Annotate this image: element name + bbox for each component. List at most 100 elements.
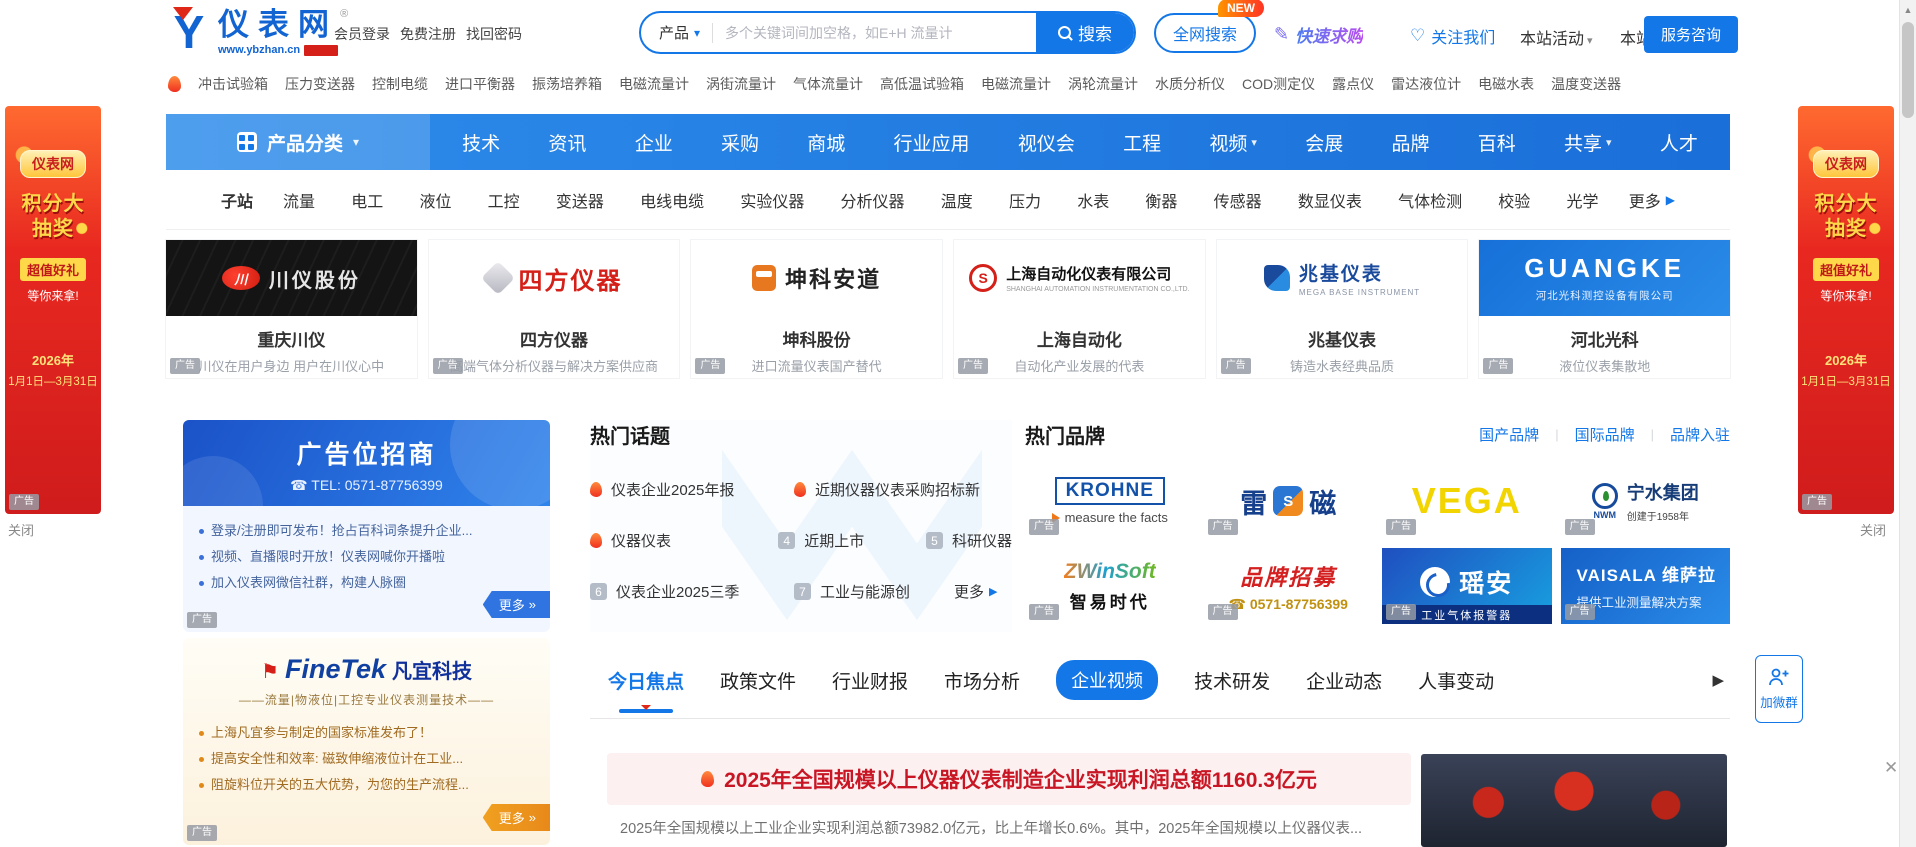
brand-tile-leici[interactable]: 雷 S 磁 广告	[1204, 463, 1374, 539]
brand-card-chuanyi[interactable]: 川 川仪股份 重庆川仪 川仪在用户身边 用户在川仪心中 广告	[166, 240, 417, 378]
ad-bullet-link[interactable]: 视频、直播限时开放！仪表网喊你开播啦	[199, 544, 536, 570]
hot-keyword-link[interactable]: 振荡培养箱	[532, 74, 602, 94]
topic-link[interactable]: 仪表企业2025年报	[590, 479, 786, 500]
ad-bullet-link[interactable]: 提高安全性和效率: 磁致伸缩液位计在工业...	[199, 746, 536, 772]
subnav-link[interactable]: 电线电缆	[640, 188, 704, 212]
subnav-link[interactable]: 流量	[283, 188, 315, 212]
subnav-link[interactable]: 压力	[1009, 188, 1041, 212]
ad-slot-finetek[interactable]: ⚑ FineTek 凡宜科技 ——流量|物液位|工控专业仪表测量技术—— 上海凡…	[183, 638, 550, 845]
auth-link[interactable]: 找回密码	[466, 24, 522, 44]
left-banner-ad[interactable]: 仪表网 积分大抽奖 超值好礼 等你来拿! 2026年 1月1日—3月31日 广告	[5, 106, 101, 514]
hot-keyword-link[interactable]: 压力变送器	[285, 74, 355, 94]
topic-link[interactable]: 4 近期上市	[778, 530, 918, 551]
nav-item[interactable]: 企业	[635, 129, 673, 156]
ad-bullet-link[interactable]: 登录/注册即可发布！抢占百科词条提升企业...	[199, 518, 536, 544]
tab-industry-finance[interactable]: 行业财报	[832, 667, 908, 694]
hot-keyword-link[interactable]: 温度变送器	[1551, 74, 1621, 94]
subnav-link[interactable]: 液位	[419, 188, 451, 212]
hot-keyword-link[interactable]: 进口平衡器	[445, 74, 515, 94]
follow-us-link[interactable]: ♡ 关注我们	[1410, 24, 1495, 48]
brands-tab-join[interactable]: 品牌入驻	[1670, 424, 1730, 445]
ad-more-button[interactable]: 更多 »	[483, 804, 550, 831]
auth-link[interactable]: 会员登录	[334, 24, 390, 44]
brands-tab-domestic[interactable]: 国产品牌	[1479, 424, 1539, 445]
ad-bullet-link[interactable]: 阻旋料位开关的五大优势，为您的生产流程...	[199, 772, 536, 798]
right-banner-ad[interactable]: 仪表网 积分大抽奖 超值好礼 等你来拿! 2026年 1月1日—3月31日 广告	[1798, 106, 1894, 514]
hot-keyword-link[interactable]: 高低温试验箱	[880, 74, 964, 94]
nav-item[interactable]: 品牌	[1391, 129, 1429, 156]
hot-keyword-link[interactable]: 涡街流量计	[706, 74, 776, 94]
subnav-link[interactable]: 变送器	[556, 188, 604, 212]
nav-item[interactable]: 人才	[1660, 129, 1698, 156]
topic-link[interactable]: 仪器仪表	[590, 530, 770, 551]
hot-keyword-link[interactable]: 冲击试验箱	[198, 74, 268, 94]
right-banner-close[interactable]: 关闭	[1860, 520, 1886, 539]
search-input[interactable]	[713, 25, 1036, 41]
subnav-more-link[interactable]: 更多 ▶	[1629, 188, 1675, 212]
brand-tile-vaisala[interactable]: VAISALA 维萨拉 提供工业测量解决方案 广告	[1561, 548, 1731, 624]
ad-bullet-link[interactable]: 加入仪表网微信社群，构建人脉圈	[199, 570, 536, 596]
nav-item[interactable]: 采购	[721, 129, 759, 156]
nav-item[interactable]: 百科	[1478, 129, 1516, 156]
brand-card-shanghai-auto[interactable]: S 上海自动化仪表有限公司 SHANGHAI AUTOMATION INSTRU…	[954, 240, 1205, 378]
nav-item[interactable]: 视仪会	[1018, 129, 1075, 156]
brand-card-kunke[interactable]: 坤科安道 坤科股份 进口流量仪表国产替代 广告	[691, 240, 942, 378]
left-banner-close[interactable]: 关闭	[8, 520, 34, 539]
topic-link[interactable]: 近期仪器仪表采购招标新	[794, 479, 980, 500]
brand-tile-vega[interactable]: VEGA 广告	[1382, 463, 1552, 539]
tabs-next-arrow[interactable]: ▶	[1712, 671, 1724, 689]
brands-tab-international[interactable]: 国际品牌	[1575, 424, 1635, 445]
subnav-link[interactable]: 数显仪表	[1298, 188, 1362, 212]
subnav-link[interactable]: 传感器	[1214, 188, 1262, 212]
topic-link[interactable]: 7 工业与能源创	[794, 581, 946, 602]
brand-tile-yaoan[interactable]: 瑶安 工业气体报警器 广告	[1382, 548, 1552, 624]
nav-item[interactable]: 会展	[1305, 129, 1343, 156]
nav-item[interactable]: 商城	[807, 129, 845, 156]
subnav-home-link[interactable]: 子站	[221, 188, 253, 212]
hot-keyword-link[interactable]: 水质分析仪	[1155, 74, 1225, 94]
brand-tile-zwinsoft[interactable]: ZWinSoft 智易时代 广告	[1025, 548, 1195, 624]
hot-keyword-link[interactable]: 涡轮流量计	[1068, 74, 1138, 94]
nav-item[interactable]: 视频 ▾	[1209, 129, 1257, 156]
product-category-menu[interactable]: 产品分类 ▾	[166, 114, 430, 170]
subnav-link[interactable]: 衡器	[1145, 188, 1177, 212]
nav-item[interactable]: 行业应用	[894, 129, 970, 156]
site-logo[interactable]: Y 仪表网 www.ybzhan.cn ®	[166, 8, 348, 56]
subnav-link[interactable]: 工控	[488, 188, 520, 212]
auth-link[interactable]: 免费注册	[400, 24, 456, 44]
brand-tile-nwm[interactable]: NWM 宁水集团 创建于1958年 广告	[1561, 463, 1731, 539]
news-photo[interactable]	[1421, 754, 1727, 847]
brand-card-guangke[interactable]: GUANGKE 河北光科测控设备有限公司 河北光科 液位仪表集散地 广告	[1479, 240, 1730, 378]
quick-buy-link[interactable]: ✎ 快速求购	[1274, 22, 1363, 47]
news-summary[interactable]: 2025年全国规模以上工业企业实现利润总额73982.0亿元，比上年增长0.6%…	[620, 819, 1410, 841]
brand-card-sifang[interactable]: 四方仪器 四方仪器 高端气体分析仪器与解决方案供应商 广告	[429, 240, 680, 378]
tab-company-news[interactable]: 企业动态	[1306, 667, 1382, 694]
tab-company-video[interactable]: 企业视频	[1056, 660, 1158, 700]
tab-today-focus[interactable]: 今日焦点	[608, 667, 684, 694]
hot-keyword-link[interactable]: 气体流量计	[793, 74, 863, 94]
subnav-link[interactable]: 气体检测	[1398, 188, 1462, 212]
site-activity-menu[interactable]: 本站活动▾	[1520, 25, 1593, 49]
add-wechat-group-button[interactable]: 加微群	[1755, 655, 1803, 723]
brand-tile-krohne[interactable]: KROHNE measure the facts 广告	[1025, 463, 1195, 539]
tab-tech-rd[interactable]: 技术研发	[1194, 667, 1270, 694]
subnav-link[interactable]: 光学	[1567, 188, 1599, 212]
news-headline[interactable]: 2025年全国规模以上仪器仪表制造企业实现利润总额1160.3亿元	[607, 753, 1411, 805]
nav-item[interactable]: 共享 ▾	[1564, 129, 1612, 156]
subnav-link[interactable]: 校验	[1498, 188, 1530, 212]
hot-keyword-link[interactable]: 电磁水表	[1478, 74, 1534, 94]
scrollbar-thumb[interactable]	[1902, 22, 1914, 118]
subnav-link[interactable]: 分析仪器	[841, 188, 905, 212]
close-icon[interactable]: ✕	[1884, 758, 1898, 778]
ad-more-button[interactable]: 更多 »	[483, 591, 550, 618]
tab-market-analysis[interactable]: 市场分析	[944, 667, 1020, 694]
brand-card-zhaoji[interactable]: 兆基仪表 MEGA BASE INSTRUMENT 兆基仪表 铸造水表经典品质 …	[1217, 240, 1468, 378]
topics-more-link[interactable]: 更多 ▶	[954, 581, 997, 602]
hot-keyword-link[interactable]: 露点仪	[1332, 74, 1374, 94]
hot-keyword-link[interactable]: 控制电缆	[372, 74, 428, 94]
search-button[interactable]: 搜索	[1036, 11, 1134, 54]
nav-item[interactable]: 工程	[1123, 129, 1161, 156]
ad-slot-promo[interactable]: 广告位招商 ☎ TEL: 0571-87756399 登录/注册即可发布！抢占百…	[183, 420, 550, 632]
subnav-link[interactable]: 电工	[351, 188, 383, 212]
page-scrollbar[interactable]: ▲	[1899, 0, 1916, 847]
